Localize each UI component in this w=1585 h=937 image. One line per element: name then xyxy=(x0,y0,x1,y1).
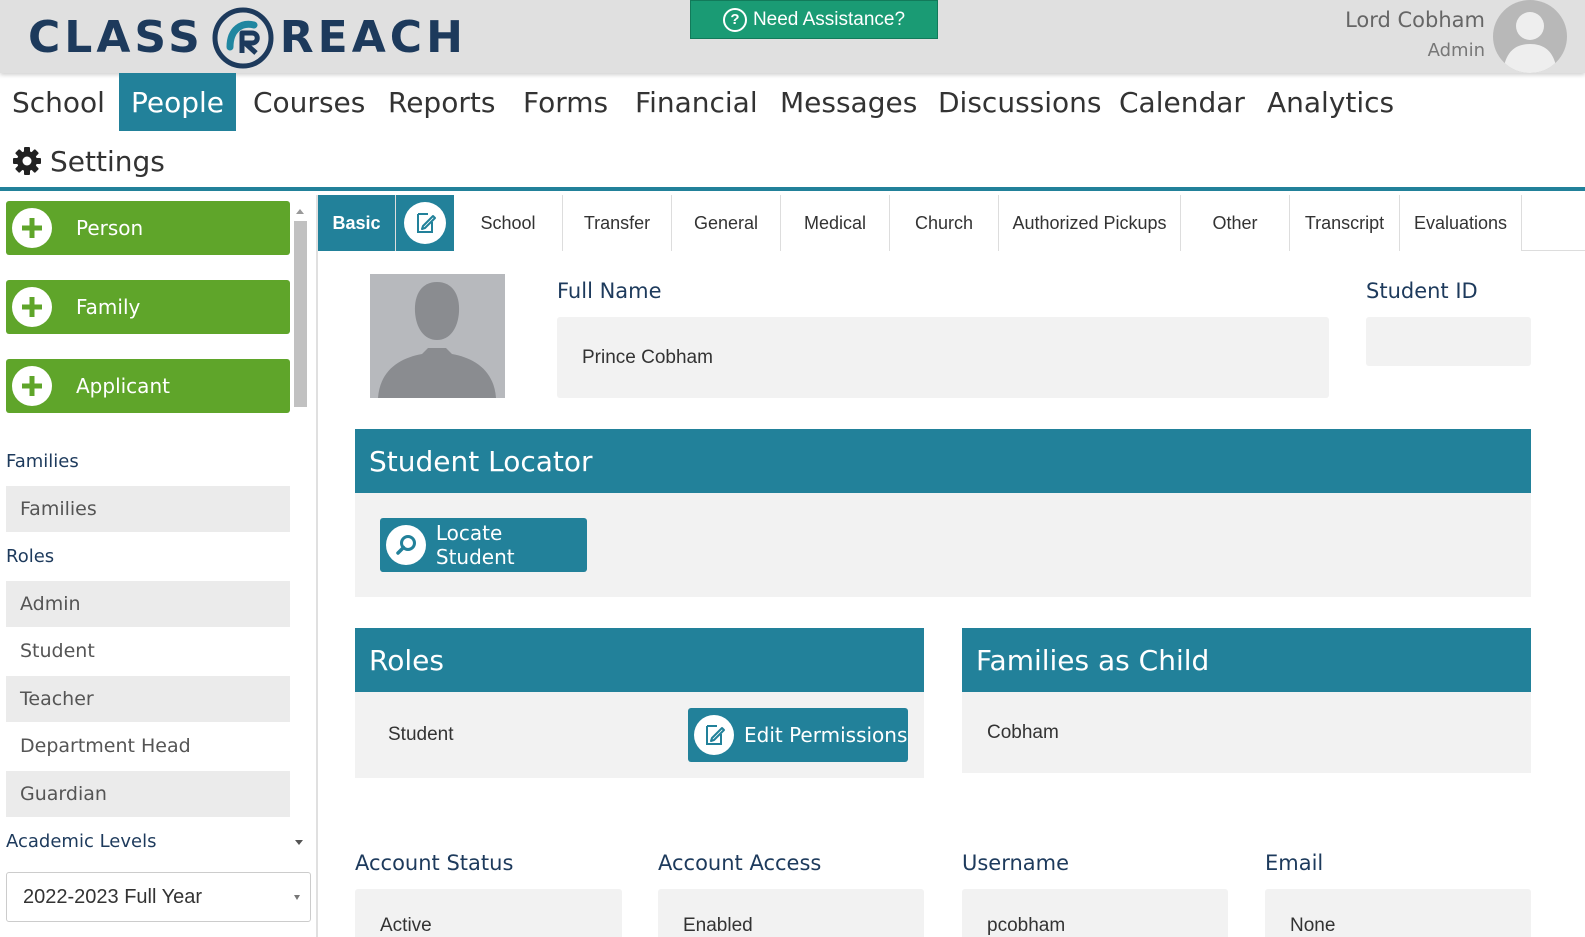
logo-text-class: CLASS xyxy=(28,12,204,63)
tab-evaluations[interactable]: Evaluations xyxy=(1400,195,1522,251)
scrollbar-thumb[interactable] xyxy=(294,221,307,407)
locate-student-button[interactable]: Locate Student xyxy=(380,518,587,572)
edit-permissions-label: Edit Permissions xyxy=(744,723,908,747)
student-id-field[interactable] xyxy=(1366,317,1531,366)
search-icon xyxy=(386,525,426,565)
username-label: Username xyxy=(962,851,1070,875)
user-avatar[interactable] xyxy=(1493,0,1567,73)
profile-tabs: Basic School Transfer General Medical Ch… xyxy=(318,195,1585,251)
avatar-silhouette-icon xyxy=(1503,12,1557,73)
nav-calendar[interactable]: Calendar xyxy=(1107,73,1257,131)
nav-discussions[interactable]: Discussions xyxy=(926,73,1114,131)
sidebar-item-department-head[interactable]: Department Head xyxy=(6,723,290,769)
user-info[interactable]: Lord Cobham Admin xyxy=(1345,8,1485,61)
student-id-label: Student ID xyxy=(1366,279,1478,303)
main-navigation: School People Courses Reports Forms Fina… xyxy=(0,73,1585,191)
edit-icon xyxy=(404,202,446,244)
profile-silhouette-icon xyxy=(378,282,496,398)
sidebar-item-guardian[interactable]: Guardian xyxy=(6,771,290,817)
email-field[interactable]: None xyxy=(1265,889,1531,937)
sidebar-item-admin[interactable]: Admin xyxy=(6,581,290,627)
tab-school[interactable]: School xyxy=(454,195,563,251)
account-status-label: Account Status xyxy=(355,851,514,875)
tab-general[interactable]: General xyxy=(672,195,781,251)
add-applicant-button[interactable]: Applicant xyxy=(6,359,290,413)
user-role: Admin xyxy=(1427,40,1485,61)
role-value: Student xyxy=(388,724,454,745)
tab-authorized-pickups[interactable]: Authorized Pickups xyxy=(999,195,1181,251)
nav-school[interactable]: School xyxy=(0,73,117,131)
nav-settings[interactable]: Settings xyxy=(0,135,177,187)
nav-financial[interactable]: Financial xyxy=(623,73,770,131)
add-family-label: Family xyxy=(76,295,141,319)
edit-permissions-button[interactable]: Edit Permissions xyxy=(688,708,908,762)
student-photo[interactable] xyxy=(370,274,505,398)
add-applicant-label: Applicant xyxy=(76,374,170,398)
tab-other[interactable]: Other xyxy=(1181,195,1290,251)
tab-transcript[interactable]: Transcript xyxy=(1290,195,1400,251)
add-person-button[interactable]: Person xyxy=(6,201,290,255)
full-name-field[interactable]: Prince Cobham xyxy=(557,317,1329,398)
family-link-cobham[interactable]: Cobham xyxy=(987,722,1059,744)
tab-basic[interactable]: Basic xyxy=(318,195,396,251)
top-header: CLASS REACH ? Need Assistance? Lord Cobh… xyxy=(0,0,1585,73)
plus-icon xyxy=(12,366,52,406)
select-arrow-icon xyxy=(294,895,300,900)
add-person-label: Person xyxy=(76,216,144,240)
account-access-field[interactable]: Enabled xyxy=(658,889,924,937)
username-field[interactable]: pcobham xyxy=(962,889,1228,937)
nav-courses[interactable]: Courses xyxy=(241,73,377,131)
logo-text-reach: REACH xyxy=(279,12,467,63)
families-heading: Families xyxy=(6,451,79,472)
families-as-child-header: Families as Child xyxy=(962,628,1531,692)
roles-panel-header: Roles xyxy=(355,628,924,692)
academic-levels-heading[interactable]: Academic Levels xyxy=(6,831,156,852)
chevron-down-icon[interactable] xyxy=(295,840,303,845)
tab-medical[interactable]: Medical xyxy=(781,195,890,251)
nav-messages[interactable]: Messages xyxy=(768,73,929,131)
nav-forms[interactable]: Forms xyxy=(511,73,620,131)
account-access-label: Account Access xyxy=(658,851,822,875)
sidebar-item-families[interactable]: Families xyxy=(6,486,290,532)
plus-icon xyxy=(12,287,52,327)
tab-church[interactable]: Church xyxy=(890,195,999,251)
tab-transfer[interactable]: Transfer xyxy=(563,195,672,251)
account-status-field[interactable]: Active xyxy=(355,889,622,937)
roles-heading: Roles xyxy=(6,546,55,567)
nav-analytics[interactable]: Analytics xyxy=(1255,73,1406,131)
academic-year-value: 2022-2023 Full Year xyxy=(23,885,203,908)
people-sidebar: Person Family Applicant Families Familie… xyxy=(0,195,318,937)
sidebar-item-teacher[interactable]: Teacher xyxy=(6,676,290,722)
need-assistance-button[interactable]: ? Need Assistance? xyxy=(690,0,938,39)
classreach-logo[interactable]: CLASS REACH xyxy=(28,7,467,69)
sidebar-item-student[interactable]: Student xyxy=(6,628,290,674)
scroll-up-arrow-icon[interactable] xyxy=(296,209,304,214)
locate-student-label: Locate Student xyxy=(435,521,515,569)
full-name-label: Full Name xyxy=(557,279,662,303)
student-locator-header: Student Locator xyxy=(355,429,1531,493)
plus-icon xyxy=(12,208,52,248)
tab-edit[interactable] xyxy=(396,195,454,251)
academic-year-select[interactable]: 2022-2023 Full Year xyxy=(6,872,311,922)
edit-pencil-icon xyxy=(417,213,436,233)
add-family-button[interactable]: Family xyxy=(6,280,290,334)
logo-emblem-icon xyxy=(212,7,274,69)
gear-icon xyxy=(13,147,41,175)
need-assistance-label: Need Assistance? xyxy=(752,8,906,30)
help-icon: ? xyxy=(722,7,747,32)
nav-reports[interactable]: Reports xyxy=(376,73,507,131)
sidebar-scrollbar[interactable] xyxy=(292,203,308,608)
settings-label: Settings xyxy=(50,144,165,178)
email-label: Email xyxy=(1265,851,1324,875)
nav-people[interactable]: People xyxy=(119,73,237,131)
edit-icon xyxy=(694,715,734,755)
user-name: Lord Cobham xyxy=(1345,8,1485,32)
